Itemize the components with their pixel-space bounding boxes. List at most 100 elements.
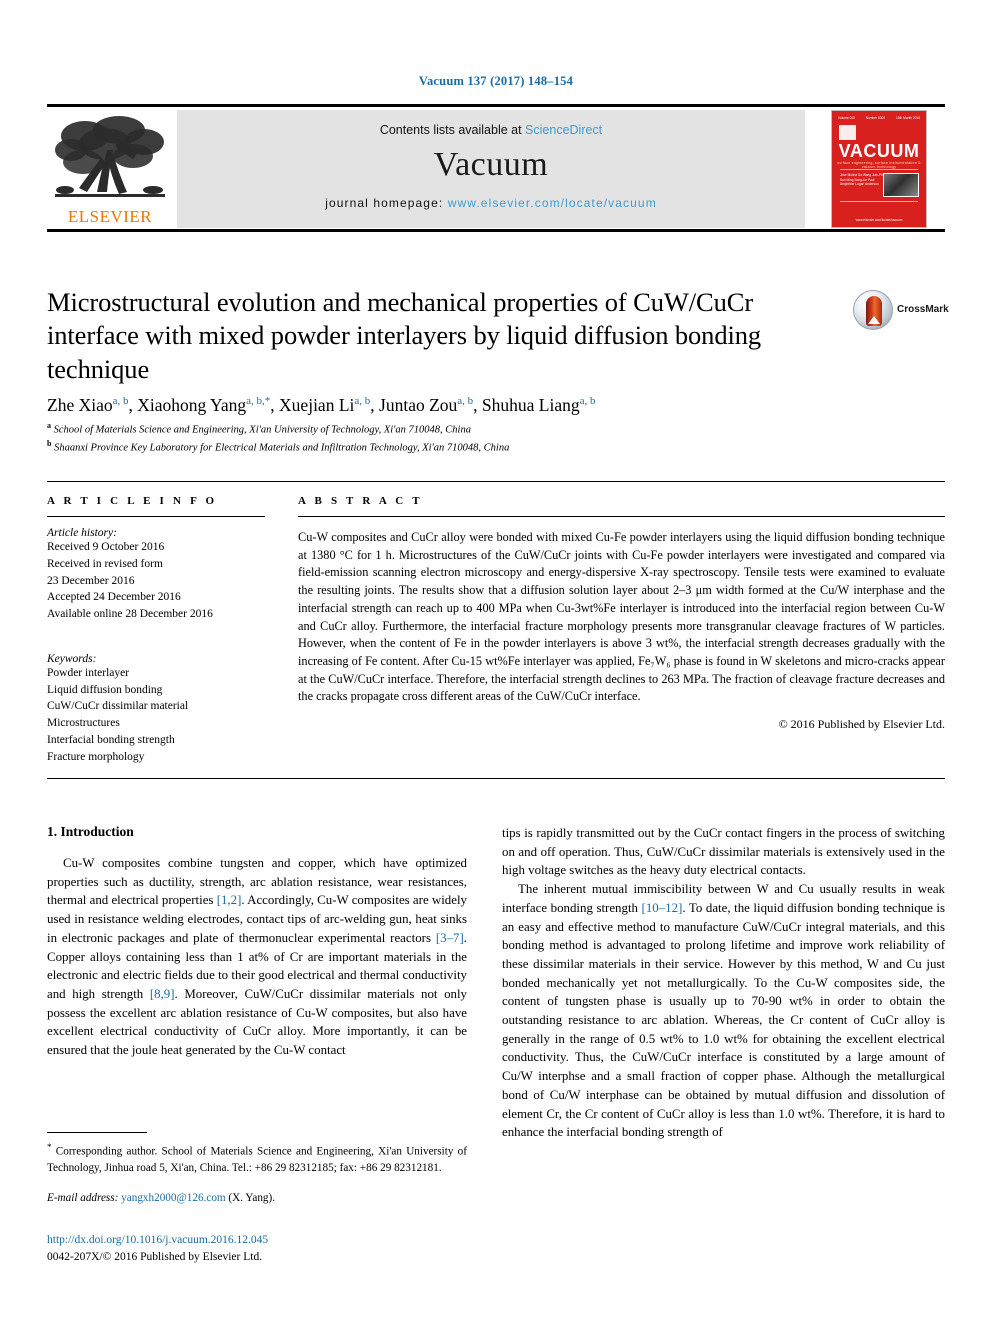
masthead-top-rule: [47, 104, 945, 107]
affiliation-mark: b: [47, 438, 52, 448]
footnote-text: Corresponding author. School of Material…: [47, 1145, 468, 1174]
crossmark-badge[interactable]: CrossMark: [853, 290, 949, 334]
cover-elsevier-mark: [839, 125, 856, 140]
contents-band: Contents lists available at ScienceDirec…: [177, 110, 805, 228]
author-list: Zhe Xiaoa, b, Xiaohong Yanga, b,*, Xueji…: [47, 395, 596, 415]
cover-date: 15th Month 2016: [896, 116, 920, 120]
keyword-item: Liquid diffusion bonding: [47, 683, 163, 696]
abstract-copyright: © 2016 Published by Elsevier Ltd.: [778, 717, 945, 732]
keyword-item: Fracture morphology: [47, 750, 145, 763]
email-link[interactable]: yangxh2000@126.com: [121, 1192, 225, 1204]
masthead-bottom-rule: [47, 229, 945, 232]
abstract-text: Cu-W composites and CuCr alloy were bond…: [298, 530, 945, 704]
email-owner: (X. Yang).: [228, 1192, 276, 1204]
author-name: Shuhua Liang: [481, 395, 580, 415]
author-affiliation-mark: a, b: [579, 395, 596, 408]
keyword-item: Microstructures: [47, 717, 120, 730]
article-history-list: Received 9 October 2016 Received in revi…: [47, 539, 265, 623]
elsevier-tree-icon: [55, 116, 165, 197]
contents-prefix: Contents lists available at: [379, 123, 526, 137]
affiliation-list: a School of Materials Science and Engine…: [47, 420, 927, 455]
history-item: 23 December 2016: [47, 574, 135, 587]
citation-link[interactable]: [1,2]: [217, 893, 242, 907]
abstract-divider: [298, 516, 945, 517]
cover-footer-url: www.elsevier.com/locate/vacuum: [855, 218, 903, 222]
keywords-list: Powder interlayer Liquid diffusion bondi…: [47, 665, 265, 766]
author-name: Xiaohong Yang: [137, 395, 247, 415]
author-affiliation-mark: a, b: [246, 395, 263, 408]
page-title: Microstructural evolution and mechanical…: [47, 287, 762, 384]
journal-cover-art: Volume 000 Number 0000 15th Month 2016 V…: [832, 111, 926, 227]
sciencedirect-link[interactable]: ScienceDirect: [525, 123, 602, 137]
body-column-right: tips is rapidly transmitted out by the C…: [502, 824, 945, 1142]
keyword-item: Interfacial bonding strength: [47, 734, 175, 747]
email-label: E-mail address:: [47, 1192, 119, 1204]
author-affiliation-mark: a, b: [354, 395, 371, 408]
crossmark-icon-notch: [868, 316, 880, 324]
paragraph: Cu-W composites combine tungsten and cop…: [47, 854, 467, 1060]
author-name: Zhe Xiao: [47, 395, 113, 415]
abstract-heading: A B S T R A C T: [298, 495, 423, 507]
footnote-star-marker: *: [47, 1142, 52, 1152]
cover-issue-line: Volume 000 Number 0000 15th Month 2016: [838, 116, 920, 125]
title-block: Microstructural evolution and mechanical…: [47, 286, 949, 386]
author-affiliation-mark: a, b: [112, 395, 129, 408]
abstract-column: A B S T R A C T Cu-W composites and CuCr…: [298, 495, 945, 732]
cover-editor-list: Jose Molina Da Wang Jian-Ping Sun Ming S…: [840, 173, 886, 187]
info-band-top-rule: [47, 481, 945, 482]
journal-homepage-line: journal homepage: www.elsevier.com/locat…: [177, 196, 805, 210]
cover-subtitle: surface engineering, surface instrumenta…: [837, 161, 921, 169]
history-item: Available online 28 December 2016: [47, 608, 213, 621]
cover-micrograph-image: [883, 173, 919, 197]
affiliation-text: Shaanxi Province Key Laboratory for Elec…: [54, 442, 510, 454]
author-name: Juntao Zou: [379, 395, 458, 415]
author-affiliation-mark: a, b: [457, 395, 474, 408]
journal-masthead: ELSEVIER Contents lists available at Sci…: [47, 104, 945, 232]
author-name: Xuejian Li: [279, 395, 355, 415]
history-item: Received in revised form: [47, 557, 163, 570]
affiliation-item: a School of Materials Science and Engine…: [47, 420, 927, 438]
paragraph-text: . To date, the liquid diffusion bonding …: [502, 900, 946, 1140]
crossmark-icon: [853, 290, 893, 330]
citation-link[interactable]: [10–12]: [642, 901, 683, 915]
email-line: E-mail address: yangxh2000@126.com (X. Y…: [47, 1192, 467, 1204]
corresponding-author-note: * Corresponding author. School of Materi…: [47, 1141, 467, 1177]
history-item: Accepted 24 December 2016: [47, 591, 181, 604]
section-heading-introduction: 1. Introduction: [47, 824, 134, 839]
elsevier-wordmark: ELSEVIER: [67, 207, 153, 226]
cover-divider-top: [840, 169, 918, 170]
crossmark-label: CrossMark: [897, 304, 949, 315]
footnote-divider: [47, 1132, 147, 1133]
history-item: Received 9 October 2016: [47, 541, 165, 553]
homepage-label: journal homepage:: [325, 196, 448, 210]
citation-link[interactable]: [3–7]: [436, 931, 464, 945]
affiliation-mark: a: [47, 421, 51, 430]
article-page: Vacuum 137 (2017) 148–154 ELSEVIER Conte…: [0, 0, 992, 1323]
keyword-item: Powder interlayer: [47, 666, 130, 679]
keyword-item: CuW/CuCr dissimilar material: [47, 700, 189, 713]
running-head: Vacuum 137 (2017) 148–154: [418, 74, 574, 88]
cover-title: VACUUM: [838, 141, 920, 161]
article-info-column: A R T I C L E I N F O Article history: R…: [47, 495, 265, 766]
body-column-left: 1. Introduction Cu-W composites combine …: [47, 824, 467, 1060]
journal-title: Vacuum: [433, 146, 549, 183]
affiliation-text: School of Materials Science and Engineer…: [53, 424, 471, 436]
affiliation-item: b Shaanxi Province Key Laboratory for El…: [47, 438, 927, 456]
paragraph: The inherent mutual immiscibility betwee…: [502, 880, 945, 1142]
homepage-url-link[interactable]: www.elsevier.com/locate/vacuum: [448, 196, 657, 210]
doi-block: http://dx.doi.org/10.1016/j.vacuum.2016.…: [47, 1232, 467, 1265]
citation-link[interactable]: [8,9]: [150, 987, 175, 1001]
doi-link[interactable]: http://dx.doi.org/10.1016/j.vacuum.2016.…: [47, 1232, 467, 1249]
journal-cover-thumbnail: Volume 000 Number 0000 15th Month 2016 V…: [815, 110, 943, 228]
cover-number: Number 0000: [865, 116, 886, 120]
paragraph: tips is rapidly transmitted out by the C…: [502, 826, 945, 878]
article-info-heading: A R T I C L E I N F O: [47, 495, 218, 507]
info-band-bottom-rule: [47, 778, 945, 779]
elsevier-logo: ELSEVIER: [49, 110, 171, 228]
article-history-label: Article history:: [47, 527, 117, 539]
issn-copyright-line: 0042-207X/© 2016 Published by Elsevier L…: [47, 1250, 263, 1263]
cover-divider-bottom: [840, 201, 918, 202]
cover-volume: Volume 000: [838, 116, 855, 120]
keywords-label: Keywords:: [47, 652, 97, 665]
corresponding-author-marker: ,*: [262, 395, 271, 408]
